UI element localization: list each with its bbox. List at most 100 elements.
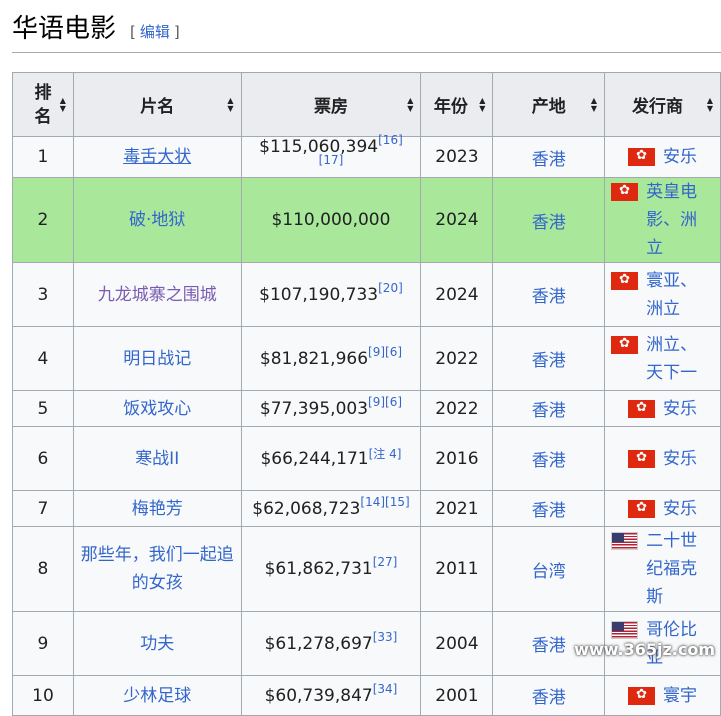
origin-link[interactable]: 香港 (532, 451, 566, 471)
gross-cell: $60,739,847[34] (240, 675, 422, 716)
rank-cell: 5 (12, 390, 74, 427)
gross-cell: $61,278,697[33] (240, 611, 422, 676)
distributor: 安乐 (628, 395, 697, 423)
rank-cell: 8 (12, 526, 74, 612)
column-label: 年份 (433, 97, 468, 117)
year-value: 2022 (435, 348, 479, 369)
reference-link[interactable]: [9][6] (368, 345, 402, 359)
reference-link[interactable]: [注 4] (369, 447, 402, 461)
gross-value: $66,244,171 (260, 448, 369, 469)
rank-cell: 2 (12, 177, 74, 263)
origin-link[interactable]: 香港 (532, 351, 566, 371)
distributor-cell: 寰亚、洲立 (604, 262, 721, 327)
distributor-link[interactable]: 安乐 (663, 143, 697, 171)
reference-link[interactable]: [20] (378, 281, 403, 295)
origin-link[interactable]: 香港 (532, 636, 566, 656)
reference-link[interactable]: [14][15] (360, 495, 409, 509)
title-cell: 破·地狱 (72, 177, 242, 263)
page-title: 华语电影 (12, 14, 117, 44)
film-title-link[interactable]: 功夫 (140, 634, 174, 654)
table-row: 10 少林足球 $60,739,847[34] 2001 香港 寰宇 (12, 675, 721, 716)
hong-kong-flag-icon (628, 499, 656, 518)
distributor-cell: 英皇电影、洲立 (604, 177, 721, 263)
sort-icon[interactable]: ▲ ▼ (707, 96, 713, 113)
film-title-link[interactable]: 梅艳芳 (132, 499, 183, 519)
edit-link[interactable]: 编辑 (140, 23, 170, 41)
distributor-link[interactable]: 二十世纪福克斯 (646, 527, 714, 611)
film-title-link[interactable]: 寒战II (135, 449, 179, 469)
sort-icon[interactable]: ▲ ▼ (479, 96, 485, 113)
distributor-link[interactable]: 洲立、天下一 (646, 331, 714, 387)
origin-link[interactable]: 香港 (532, 150, 566, 170)
column-header-title[interactable]: 片名 ▲ ▼ (72, 72, 242, 137)
origin-link[interactable]: 香港 (532, 501, 566, 521)
sort-icon[interactable]: ▲ ▼ (407, 96, 413, 113)
reference-link[interactable]: [9][6] (368, 395, 402, 409)
distributor: 安乐 (628, 445, 697, 473)
film-title-link[interactable]: 少林足球 (123, 686, 191, 706)
film-title-link[interactable]: 九龙城寨之围城 (98, 285, 217, 305)
reference-link[interactable]: [34] (373, 682, 398, 696)
rank-cell: 6 (12, 426, 74, 491)
gross-cell: $61,862,731[27] (240, 526, 422, 612)
distributor-link[interactable]: 安乐 (663, 495, 697, 523)
distributor-cell: 寰宇 (604, 675, 721, 716)
gross-value: $81,821,966 (259, 348, 369, 369)
rank-value: 4 (37, 348, 49, 369)
origin-cell: 香港 (492, 675, 606, 716)
origin-link[interactable]: 香港 (532, 688, 566, 708)
sort-icon[interactable]: ▲ ▼ (227, 96, 233, 113)
table-row: 7 梅艳芳 $62,068,723[14][15] 2021 香港 安乐 (12, 490, 721, 527)
year-value: 2024 (435, 210, 479, 230)
film-title-link[interactable]: 那些年，我们一起追的女孩 (81, 545, 234, 593)
column-header-gross[interactable]: 票房 ▲ ▼ (240, 72, 422, 137)
rank-cell: 10 (12, 675, 74, 716)
origin-link[interactable]: 香港 (532, 401, 566, 421)
distributor: 安乐 (628, 143, 697, 171)
column-header-rank[interactable]: 排名 ▲ ▼ (12, 72, 74, 137)
film-title-link[interactable]: 破·地狱 (129, 210, 185, 230)
sort-icon[interactable]: ▲ ▼ (591, 96, 597, 113)
column-label: 片名 (140, 97, 175, 117)
column-header-year[interactable]: 年份 ▲ ▼ (420, 72, 494, 137)
distributor-link[interactable]: 寰宇 (663, 682, 697, 710)
hong-kong-flag-icon (611, 335, 639, 354)
film-title-link[interactable]: 毒舌大状 (123, 147, 191, 167)
table-header-row: 排名 ▲ ▼ 片名 ▲ ▼ 票房 ▲ ▼ 年份 ▲ ▼ 产地 ▲ ▼ 发行商 ▲ ▼ (12, 72, 721, 137)
title-cell: 九龙城寨之围城 (72, 262, 242, 327)
gross-cell: $77,395,003[9][6] (240, 390, 422, 427)
column-header-distributor[interactable]: 发行商 ▲ ▼ (604, 72, 721, 137)
gross-value: $77,395,003 (259, 398, 369, 419)
gross-value: $61,278,697 (264, 633, 373, 654)
reference-link[interactable]: [33] (373, 630, 398, 644)
year-value: 2024 (435, 284, 479, 305)
origin-link[interactable]: 香港 (532, 287, 566, 307)
hong-kong-flag-icon (628, 399, 656, 418)
title-cell: 功夫 (72, 611, 242, 676)
year-value: 2011 (435, 559, 479, 579)
film-title-link[interactable]: 饭戏攻心 (123, 399, 191, 419)
year-cell: 2022 (420, 326, 494, 391)
origin-cell: 香港 (492, 177, 606, 263)
rank-value: 3 (37, 284, 49, 305)
distributor-link[interactable]: 英皇电影、洲立 (646, 178, 714, 262)
year-value: 2004 (435, 633, 479, 654)
column-header-origin[interactable]: 产地 ▲ ▼ (492, 72, 606, 137)
rank-cell: 4 (12, 326, 74, 391)
heading-divider (12, 52, 721, 53)
distributor-cell: 洲立、天下一 (604, 326, 721, 391)
origin-cell: 香港 (492, 390, 606, 427)
hong-kong-flag-icon (628, 147, 656, 166)
origin-link[interactable]: 香港 (532, 213, 566, 233)
sort-icon[interactable]: ▲ ▼ (60, 96, 66, 113)
origin-link[interactable]: 台湾 (532, 562, 566, 582)
distributor: 寰亚、洲立 (611, 267, 714, 323)
title-cell: 那些年，我们一起追的女孩 (72, 526, 242, 612)
rank-cell: 1 (12, 136, 74, 178)
hong-kong-flag-icon (611, 271, 639, 290)
film-title-link[interactable]: 明日战记 (123, 349, 191, 369)
reference-link[interactable]: [27] (373, 555, 398, 569)
distributor-link[interactable]: 寰亚、洲立 (646, 267, 714, 323)
distributor-link[interactable]: 安乐 (663, 445, 697, 473)
distributor-link[interactable]: 安乐 (663, 395, 697, 423)
